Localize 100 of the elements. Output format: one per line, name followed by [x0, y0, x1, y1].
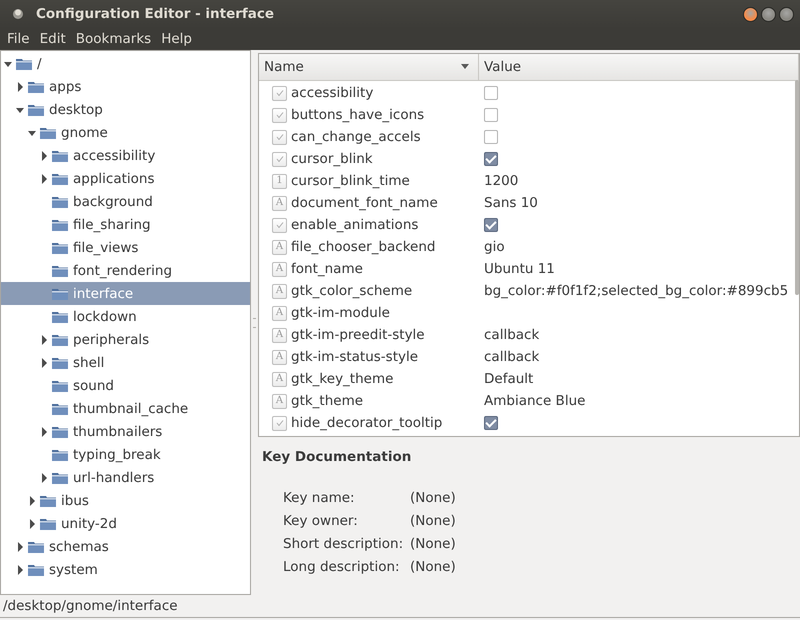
tree-item[interactable]: lockdown: [1, 305, 250, 328]
folder-icon: [51, 448, 69, 462]
tree-item[interactable]: desktop: [1, 98, 250, 121]
column-header[interactable]: Value: [479, 54, 799, 80]
tree-item[interactable]: ibus: [1, 489, 250, 512]
folder-icon: [39, 494, 57, 508]
key-value: Default: [484, 371, 534, 387]
folder-icon: [39, 126, 57, 140]
folder-icon: [51, 424, 69, 438]
folder-icon: [51, 286, 69, 300]
folder-icon: [39, 516, 57, 530]
string-icon: A: [272, 394, 287, 408]
tree-item[interactable]: thumbnail_cache: [1, 397, 250, 420]
section-title: Key Documentation: [262, 449, 412, 467]
key-name: gtk_color_scheme: [291, 283, 412, 299]
field-value: (None): [410, 535, 457, 553]
tree-item[interactable]: accessibility: [1, 144, 250, 167]
string-icon: A: [272, 240, 287, 254]
folder-icon: [51, 264, 69, 278]
menu-item[interactable]: Help: [156, 31, 197, 47]
status-path: /desktop/gnome/interface: [3, 598, 178, 614]
folder-icon: [51, 172, 69, 186]
boolean-icon: [272, 108, 287, 122]
folder-icon: [51, 148, 69, 162]
close-button[interactable]: [743, 6, 758, 22]
key-name: cursor_blink: [291, 151, 373, 167]
folder-icon: [51, 310, 69, 324]
key-name: font_name: [291, 261, 363, 277]
string-icon: A: [272, 262, 287, 276]
app-menu-icon[interactable]: [12, 8, 24, 20]
field-label: Key name:: [283, 489, 356, 507]
string-icon: A: [272, 372, 287, 386]
string-icon: A: [272, 284, 287, 298]
minimize-button[interactable]: [761, 6, 776, 22]
key-name: can_change_accels: [291, 129, 421, 145]
string-icon: A: [272, 196, 287, 210]
key-value: bg_color:#f0f1f2;selected_bg_color:#899cb5: [484, 283, 788, 299]
string-icon: A: [272, 328, 287, 342]
tree-item[interactable]: unity-2d: [1, 512, 250, 535]
string-icon: A: [272, 306, 287, 320]
folder-icon: [51, 194, 69, 208]
value-checkbox[interactable]: [484, 86, 498, 100]
tree-item[interactable]: gnome: [1, 121, 250, 144]
folder-icon: [51, 356, 69, 370]
key-name: buttons_have_icons: [291, 107, 424, 123]
string-icon: A: [272, 350, 287, 364]
tree-item[interactable]: typing_break: [1, 443, 250, 466]
folder-icon: [51, 378, 69, 392]
key-name: gtk-im-module: [291, 305, 390, 321]
menu-item[interactable]: File: [2, 31, 35, 47]
field-value: (None): [410, 558, 457, 576]
key-name: cursor_blink_time: [291, 173, 410, 189]
value-checkbox[interactable]: [484, 108, 498, 122]
tree-item[interactable]: applications: [1, 167, 250, 190]
tree-item[interactable]: file_sharing: [1, 213, 250, 236]
tree-item[interactable]: thumbnailers: [1, 420, 250, 443]
tree-item[interactable]: font_rendering: [1, 259, 250, 282]
key-name: accessibility: [291, 85, 374, 101]
tree-item[interactable]: file_views: [1, 236, 250, 259]
menu-item[interactable]: Edit: [34, 31, 71, 47]
boolean-icon: [272, 218, 287, 232]
value-checkbox[interactable]: [484, 130, 498, 144]
folder-icon: [15, 56, 33, 70]
value-checkbox[interactable]: [484, 416, 498, 430]
tree-item[interactable]: peripherals: [1, 328, 250, 351]
key-value: Ambiance Blue: [484, 393, 586, 409]
tree-item[interactable]: /: [1, 52, 250, 75]
folder-icon: [27, 540, 45, 554]
tree-item[interactable]: schemas: [1, 535, 250, 558]
key-name: gtk_key_theme: [291, 371, 394, 387]
key-name: enable_animations: [291, 217, 418, 233]
value-checkbox[interactable]: [484, 218, 498, 232]
key-value: gio: [484, 239, 505, 255]
value-checkbox[interactable]: [484, 152, 498, 166]
tree-item[interactable]: shell: [1, 351, 250, 374]
folder-icon: [27, 102, 45, 116]
key-name: document_font_name: [291, 195, 438, 211]
folder-icon: [51, 240, 69, 254]
tree-item[interactable]: background: [1, 190, 250, 213]
field-label: Short description:: [283, 535, 404, 553]
key-value: callback: [484, 327, 540, 343]
tree-item[interactable]: system: [1, 558, 250, 581]
boolean-icon: [272, 416, 287, 430]
folder-icon: [51, 218, 69, 232]
column-header[interactable]: Name: [259, 54, 479, 80]
folder-icon: [51, 470, 69, 484]
tree-item[interactable]: apps: [1, 75, 250, 98]
key-name: hide_decorator_tooltip: [291, 415, 442, 431]
key-name: gtk_theme: [291, 393, 364, 409]
boolean-icon: [272, 152, 287, 166]
maximize-button[interactable]: [779, 6, 794, 22]
key-value: Sans 10: [484, 195, 538, 211]
key-value: Ubuntu 11: [484, 261, 555, 277]
integer-icon: 1: [272, 174, 287, 188]
scrollbar[interactable]: [795, 80, 799, 295]
field-label: Long description:: [283, 558, 401, 576]
tree-item[interactable]: sound: [1, 374, 250, 397]
menu-item[interactable]: Bookmarks: [70, 31, 156, 47]
tree-item[interactable]: url-handlers: [1, 466, 250, 489]
key-value: callback: [484, 349, 540, 365]
